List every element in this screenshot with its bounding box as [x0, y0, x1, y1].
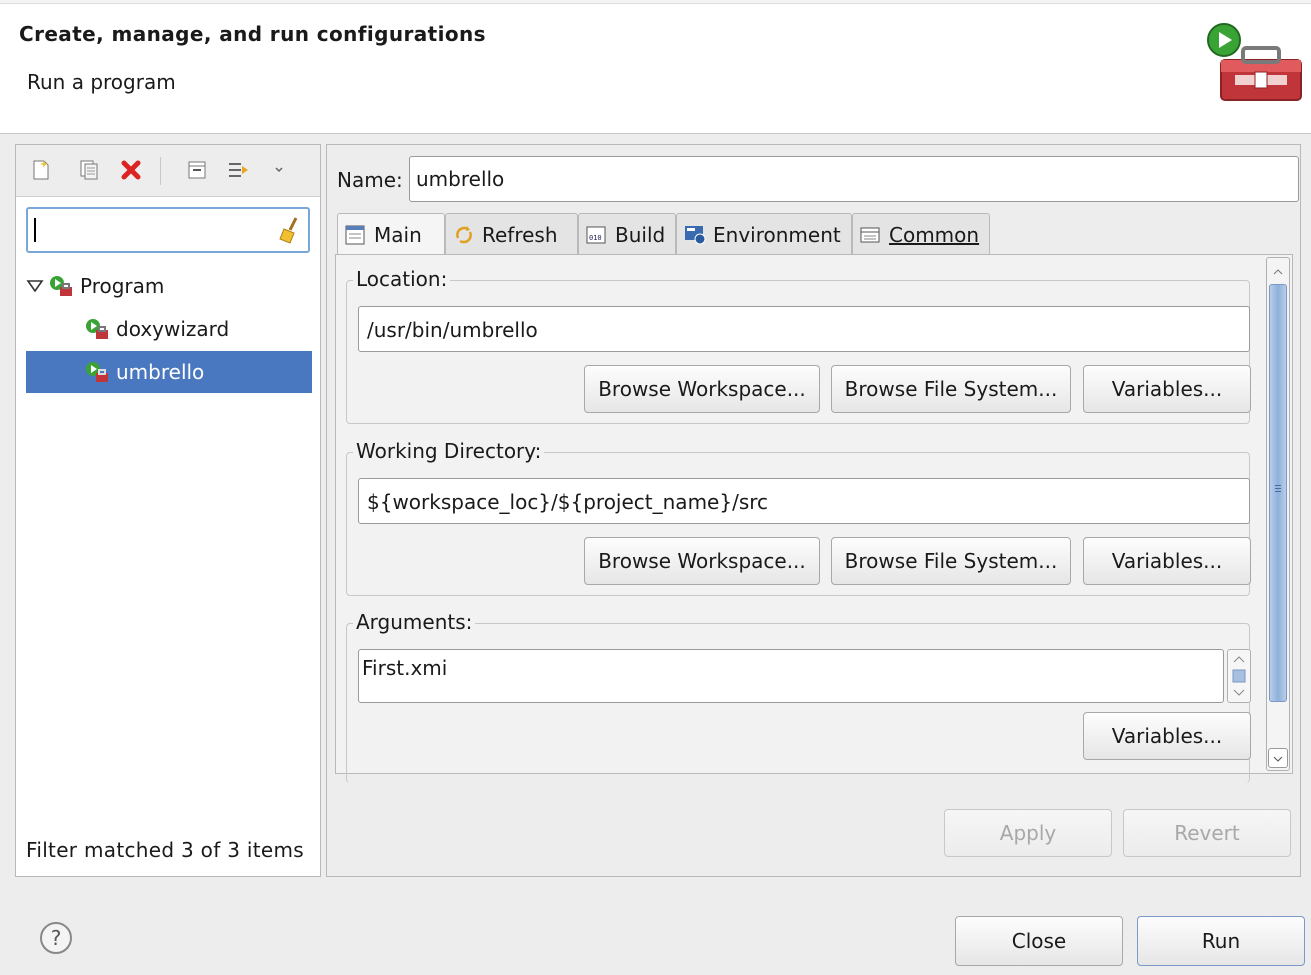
tab-label: Environment: [713, 222, 841, 247]
filter-input[interactable]: [26, 207, 310, 253]
header-top-strip: [0, 0, 1311, 4]
tab-content-scrollbar[interactable]: [1266, 257, 1290, 771]
tab-label: Common: [889, 222, 980, 247]
svg-text:010: 010: [589, 234, 602, 242]
toolbox-run-icon: [1205, 20, 1305, 102]
program-launch-icon: [84, 316, 110, 342]
workdir-browse-workspace-button[interactable]: Browse Workspace...: [584, 537, 820, 585]
name-label: Name:: [337, 168, 403, 192]
location-field[interactable]: /usr/bin/umbrello: [358, 306, 1250, 352]
main-tab-content: Location: /usr/bin/umbrello Browse Works…: [335, 254, 1293, 783]
new-config-icon[interactable]: [28, 157, 54, 183]
dialog-header: Create, manage, and run configurations R…: [0, 0, 1311, 134]
common-icon: [859, 224, 883, 246]
arguments-field[interactable]: First.xmi: [358, 649, 1224, 703]
location-browse-workspace-button[interactable]: Browse Workspace...: [584, 365, 820, 413]
configuration-list-panel: Program doxywizard umbrello Filter match…: [15, 144, 321, 877]
dialog-message: Run a program: [27, 70, 176, 94]
close-button[interactable]: Close: [955, 916, 1123, 966]
location-group: Location: /usr/bin/umbrello Browse Works…: [346, 267, 1251, 424]
working-directory-label: Working Directory:: [353, 439, 545, 463]
scroll-up-arrow-icon[interactable]: [1269, 262, 1287, 280]
view-menu-chevron-down-icon[interactable]: [266, 157, 292, 183]
help-icon[interactable]: ?: [38, 920, 74, 956]
workdir-browse-filesystem-button[interactable]: Browse File System...: [831, 537, 1071, 585]
scroll-thumb[interactable]: [1269, 284, 1287, 702]
tab-main[interactable]: Main: [337, 213, 445, 256]
main-tab-icon: [344, 224, 368, 246]
toolbar-separator: [160, 157, 161, 185]
tab-label: Refresh: [482, 222, 558, 247]
config-toolbar: [16, 145, 320, 197]
location-variables-button[interactable]: Variables...: [1083, 365, 1251, 413]
duplicate-config-icon[interactable]: [76, 157, 102, 183]
filter-configs-icon[interactable]: [226, 157, 252, 183]
apply-button[interactable]: Apply: [944, 809, 1112, 857]
tree-item-umbrello[interactable]: umbrello: [26, 351, 312, 393]
workdir-variables-button[interactable]: Variables...: [1083, 537, 1251, 585]
location-browse-filesystem-button[interactable]: Browse File System...: [831, 365, 1071, 413]
tab-refresh[interactable]: Refresh: [445, 213, 578, 255]
config-tabs: Main Refresh 010 Build Environment Commo…: [337, 213, 1299, 256]
tab-label: Main: [374, 223, 422, 247]
arguments-label: Arguments:: [353, 610, 476, 634]
text-caret: [34, 218, 36, 242]
arguments-scrollbar[interactable]: [1227, 649, 1251, 703]
tree-item-label: umbrello: [116, 360, 205, 384]
environment-icon: [683, 224, 707, 246]
tab-environment[interactable]: Environment: [676, 213, 852, 255]
working-directory-field[interactable]: ${workspace_loc}/${project_name}/src: [358, 478, 1250, 524]
configuration-editor-panel: Name: umbrello Main Refresh 010 Build En…: [326, 144, 1301, 877]
program-launch-icon: [84, 359, 110, 385]
dialog-title: Create, manage, and run configurations: [19, 22, 486, 46]
tree-item-label: doxywizard: [116, 317, 230, 341]
build-binary-icon: 010: [585, 224, 609, 246]
filter-status-text: Filter matched 3 of 3 items: [26, 838, 305, 862]
working-directory-group: Working Directory: ${workspace_loc}/${pr…: [346, 439, 1251, 596]
arguments-group: Arguments: First.xmi Variables...: [346, 610, 1251, 783]
tab-label: Build: [615, 222, 666, 247]
program-launch-icon: [48, 273, 74, 299]
revert-button[interactable]: Revert: [1123, 809, 1291, 857]
clear-filter-broom-icon[interactable]: [276, 215, 306, 245]
refresh-icon: [452, 224, 476, 246]
config-name-input[interactable]: umbrello: [409, 156, 1299, 202]
collapse-all-icon[interactable]: [184, 157, 210, 183]
tree-item-doxywizard[interactable]: doxywizard: [26, 308, 312, 350]
tab-common[interactable]: Common: [852, 213, 990, 255]
svg-text:?: ?: [51, 926, 62, 950]
run-button[interactable]: Run: [1137, 916, 1305, 966]
tab-build[interactable]: 010 Build: [578, 213, 676, 255]
expand-triangle-icon[interactable]: [26, 274, 48, 298]
tree-item-label: Program: [80, 274, 165, 298]
delete-config-icon[interactable]: [118, 157, 144, 183]
scroll-down-arrow-icon[interactable]: [1268, 748, 1288, 768]
tree-item-program[interactable]: Program: [26, 265, 312, 307]
arguments-variables-button[interactable]: Variables...: [1083, 712, 1251, 760]
location-label: Location:: [353, 267, 451, 291]
